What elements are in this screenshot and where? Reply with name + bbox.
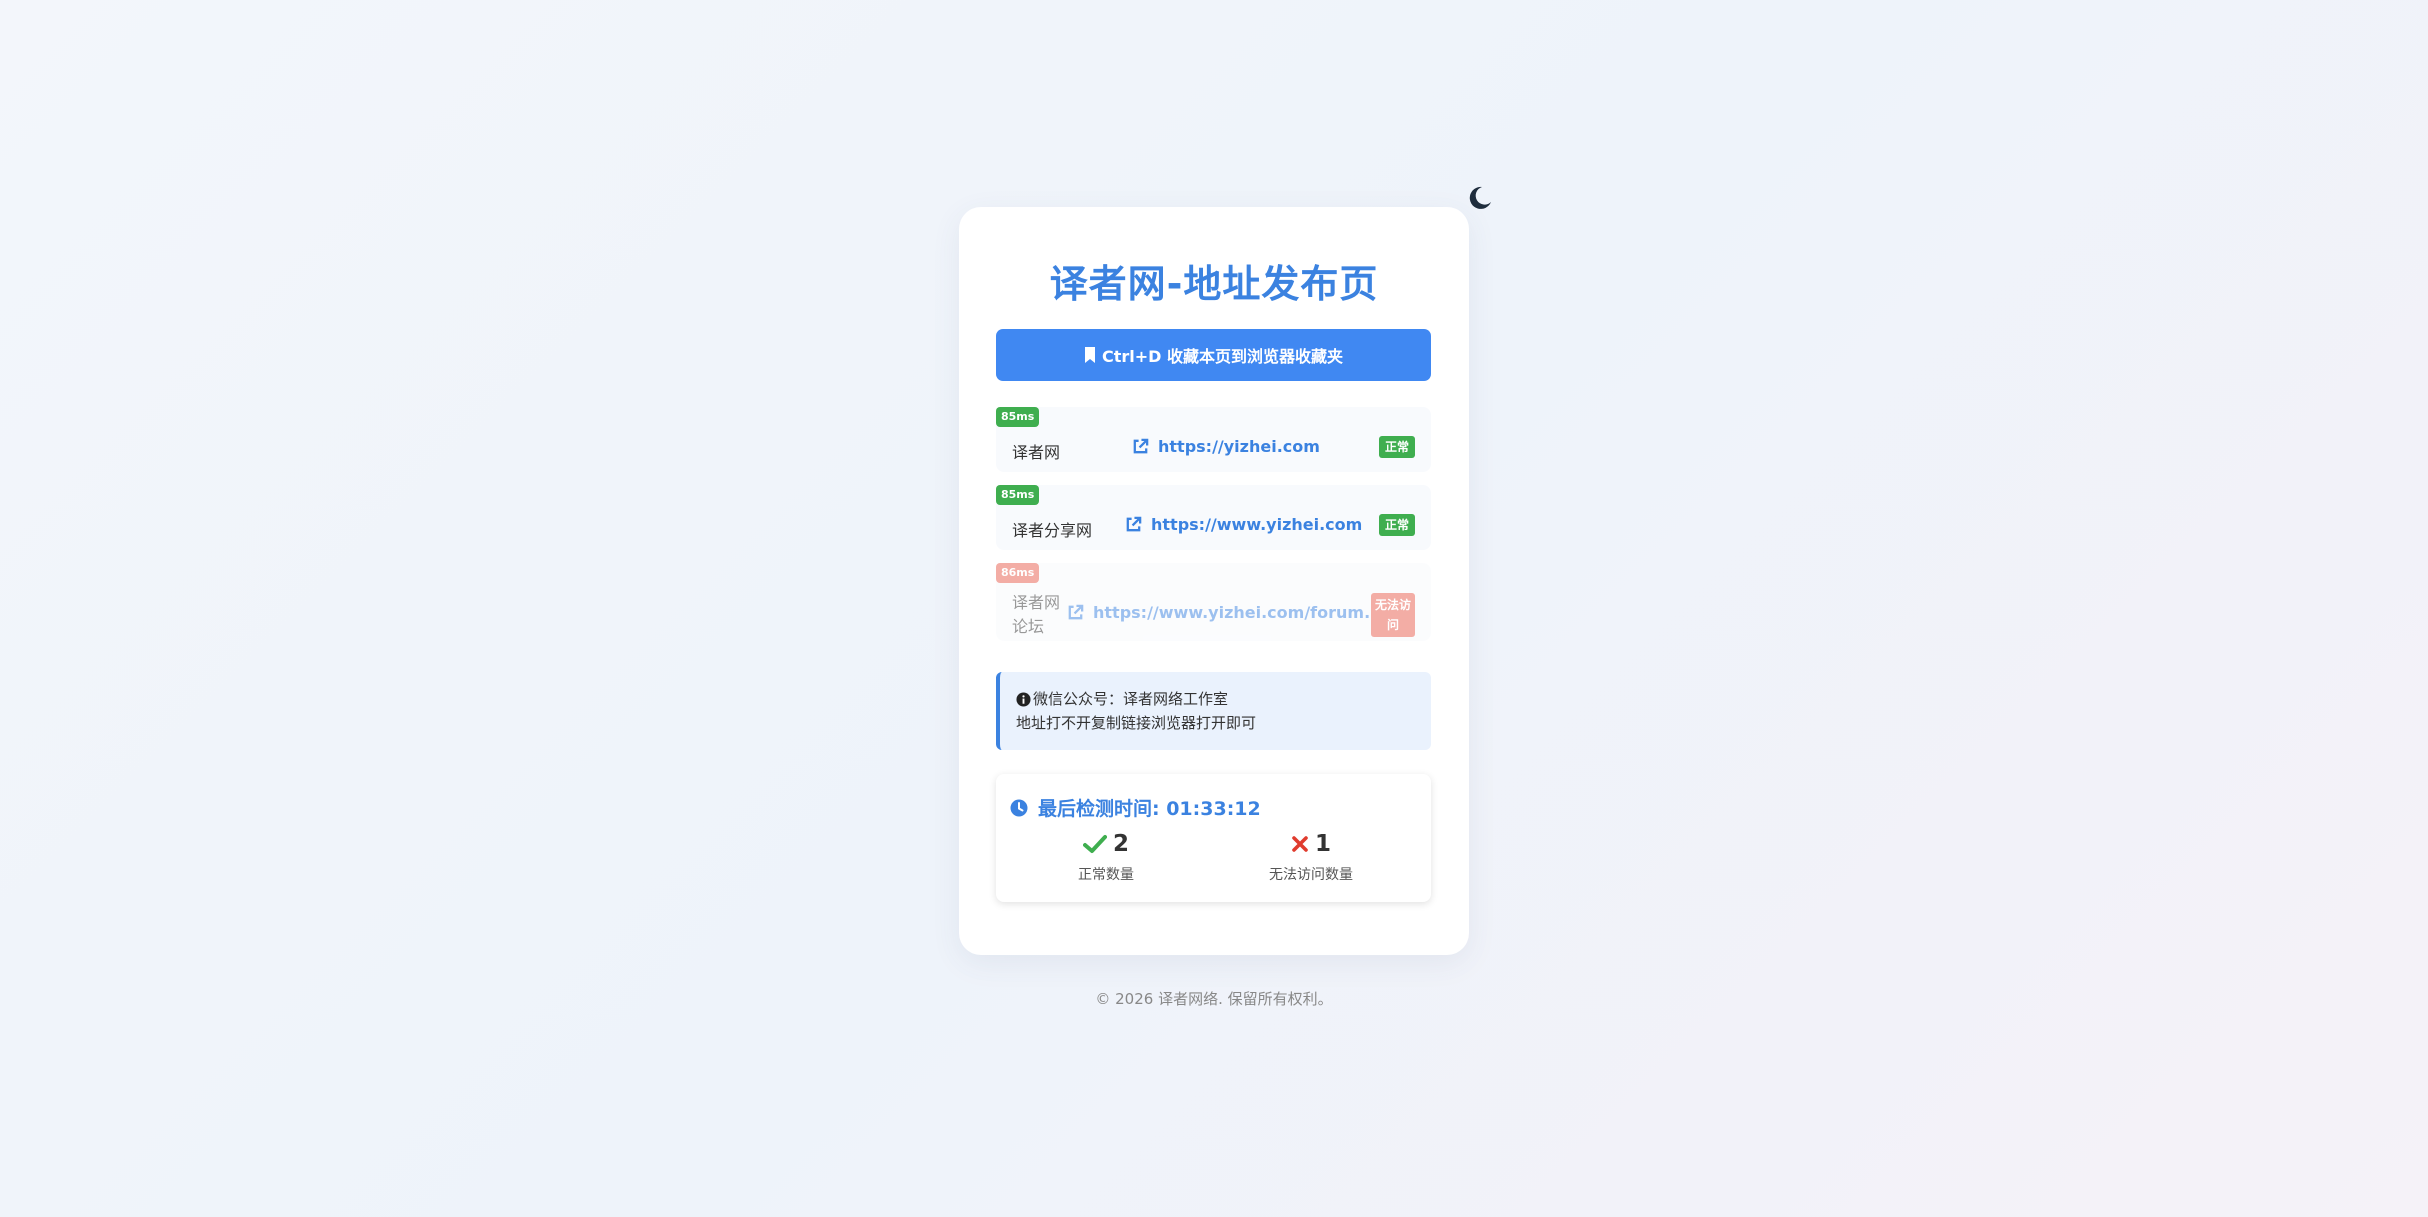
site-url: https://www.yizhei.com/forum.php — [1093, 603, 1405, 622]
footer-copyright: © 2026 译者网络. 保留所有权利。 — [1095, 990, 1333, 1008]
bookmark-button[interactable]: Ctrl+D 收藏本页到浏览器收藏夹 — [996, 329, 1431, 381]
moon-icon — [1469, 186, 1491, 209]
bookmark-button-label: Ctrl+D 收藏本页到浏览器收藏夹 — [1101, 347, 1344, 366]
site-url: https://www.yizhei.com — [1151, 515, 1363, 534]
clock-icon — [1010, 799, 1028, 816]
site-link[interactable]: https://yizhei.com — [1131, 437, 1320, 456]
site-link[interactable]: https://www.yizhei.com/forum.php — [1066, 603, 1404, 622]
ok-label: 正常数量 — [1078, 867, 1134, 883]
check-icon — [1082, 835, 1107, 853]
theme-toggle-button[interactable] — [1465, 183, 1495, 213]
external-link-icon — [1126, 516, 1142, 532]
link-row: 85ms 译者网 https://yizhei.com 正常 — [996, 407, 1431, 472]
ok-stat: 2 正常数量 — [1026, 826, 1186, 884]
page-title: 译者网-地址发布页 — [1049, 262, 1379, 306]
bad-count: 1 — [1314, 831, 1331, 857]
notice-line-2: 地址打不开复制链接浏览器打开即可 — [1016, 714, 1257, 732]
latency-badge: 85ms — [996, 407, 1040, 427]
info-circle-icon — [1016, 691, 1031, 707]
notice-box: 微信公众号：译者网络工作室 地址打不开复制链接浏览器打开即可 — [996, 672, 1431, 750]
ok-count: 2 — [1112, 831, 1129, 857]
bad-stat: 1 无法访问数量 — [1231, 826, 1391, 884]
link-row: 85ms 译者分享网 https://www.yizhei.com 正常 — [996, 485, 1431, 550]
bookmark-icon — [1084, 347, 1095, 363]
main-card: 译者网-地址发布页 Ctrl+D 收藏本页到浏览器收藏夹 85ms 译者网 ht… — [959, 207, 1469, 955]
last-check-time: 最后检测时间: 01:33:12 — [1038, 798, 1261, 820]
site-url: https://yizhei.com — [1158, 437, 1320, 456]
link-row: 86ms 译者网论坛 https://www.yizhei.com/forum.… — [996, 563, 1431, 641]
site-link[interactable]: https://www.yizhei.com — [1124, 515, 1362, 534]
status-badge: 正常 — [1378, 514, 1415, 536]
x-icon — [1292, 836, 1308, 852]
external-link-icon — [1068, 604, 1084, 620]
check-panel: 最后检测时间: 01:33:12 2 正常数量 1 无法访问数量 — [996, 774, 1431, 902]
latency-badge: 85ms — [996, 485, 1040, 505]
status-badge: 无法访问 — [1371, 593, 1415, 637]
site-name: 译者网论坛 — [1012, 593, 1061, 636]
site-name: 译者网 — [1012, 443, 1061, 462]
site-name: 译者分享网 — [1012, 521, 1093, 540]
external-link-icon — [1133, 438, 1149, 454]
bad-label: 无法访问数量 — [1269, 867, 1353, 883]
latency-badge: 86ms — [996, 563, 1040, 583]
notice-line-1: 微信公众号：译者网络工作室 — [1033, 690, 1229, 708]
status-badge: 正常 — [1378, 436, 1415, 458]
